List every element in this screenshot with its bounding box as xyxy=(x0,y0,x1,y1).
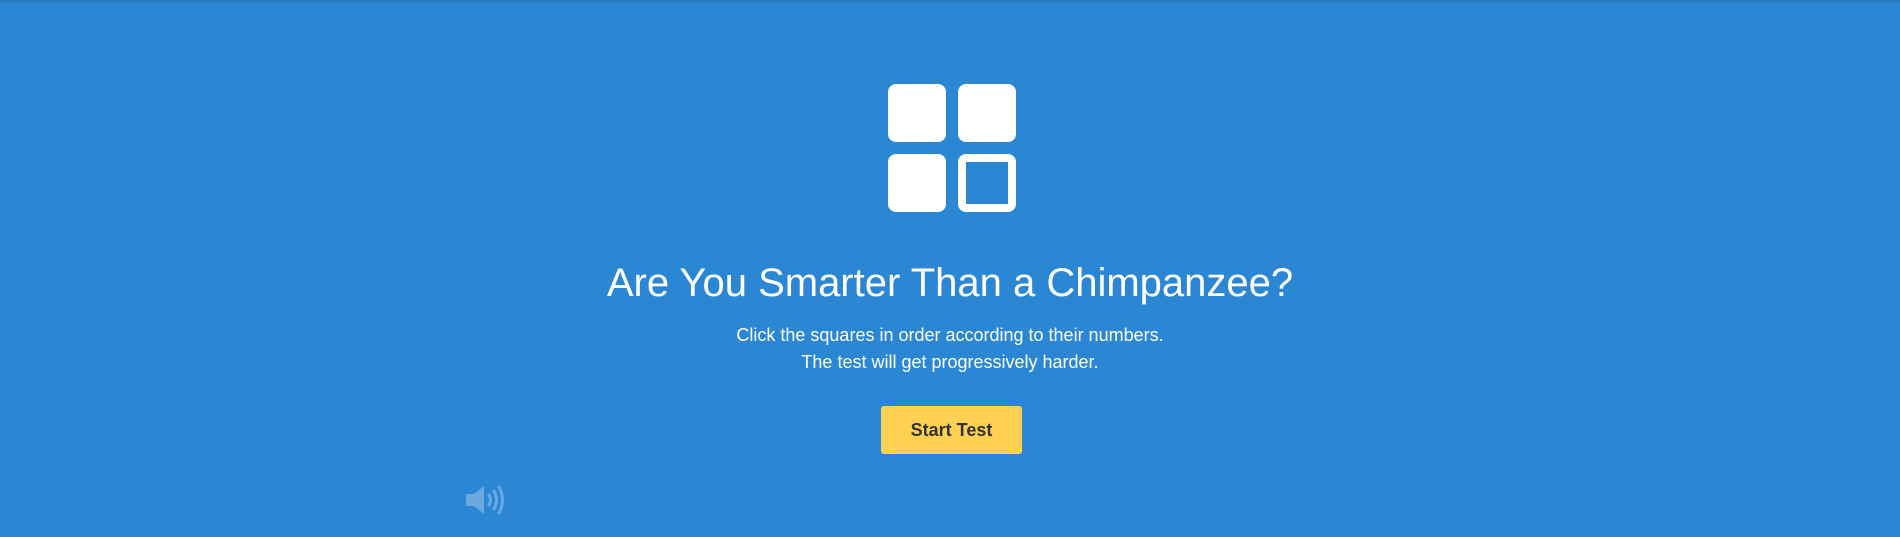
logo-square-top-left xyxy=(888,84,946,142)
squares-grid-icon xyxy=(888,84,1016,212)
top-shadow xyxy=(0,0,1900,4)
instructions-line-2: The test will get progressively harder. xyxy=(801,352,1099,372)
logo-square-bottom-right xyxy=(958,154,1016,212)
instructions-line-1: Click the squares in order according to … xyxy=(736,325,1164,345)
start-test-button[interactable]: Start Test xyxy=(881,406,1022,454)
chimp-test-screen: Are You Smarter Than a Chimpanzee? Click… xyxy=(0,0,1900,537)
logo-square-top-right xyxy=(958,84,1016,142)
logo-square-bottom-left xyxy=(888,154,946,212)
volume-icon[interactable] xyxy=(464,482,508,518)
page-title: Are You Smarter Than a Chimpanzee? xyxy=(606,261,1294,305)
